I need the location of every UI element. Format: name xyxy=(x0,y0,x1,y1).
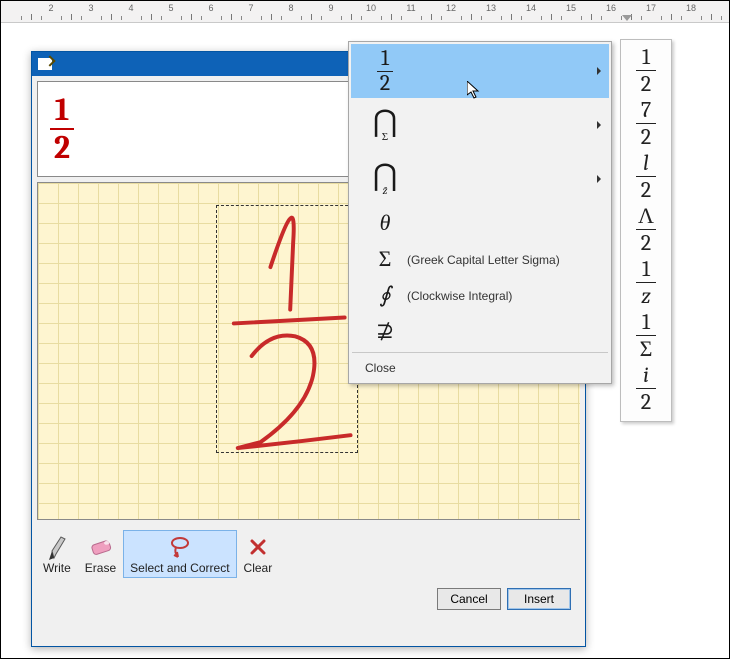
conversion-results-stack: 1272l2Λ21z1Σi2 xyxy=(620,39,672,422)
clear-tool[interactable]: Clear xyxy=(237,530,280,578)
select-correct-tool[interactable]: Select and Correct xyxy=(123,530,236,578)
menu-option-not-superset-equal[interactable]: ⊉ xyxy=(351,314,609,350)
menu-option-intersection-sigma[interactable]: ⋂ Σ xyxy=(351,98,609,152)
submenu-arrow-icon xyxy=(597,175,601,183)
stack-numerator: 1 xyxy=(642,258,650,280)
ruler-number: 16 xyxy=(606,3,616,13)
ruler-number: 3 xyxy=(88,3,93,13)
stack-fraction[interactable]: 12 xyxy=(636,44,656,97)
menu-option-sigma[interactable]: Σ (Greek Capital Letter Sigma) xyxy=(351,242,609,278)
menu-option-fraction-1-2[interactable]: 1 2 xyxy=(351,44,609,98)
stack-numerator: 7 xyxy=(641,99,651,121)
ruler-number: 7 xyxy=(248,3,253,13)
clockwise-integral-symbol: ∮ xyxy=(363,286,407,306)
menu-separator xyxy=(352,352,608,353)
stack-fraction[interactable]: 72 xyxy=(636,97,656,150)
theta-symbol: θ xyxy=(363,214,407,234)
stack-numerator: i xyxy=(643,364,649,386)
preview-numerator: 1 xyxy=(55,93,70,127)
menu-option-clockwise-integral[interactable]: ∮ (Clockwise Integral) xyxy=(351,278,609,314)
intersection-zbar-symbol: ⋂ z̄ xyxy=(363,162,407,196)
sigma-symbol: Σ xyxy=(363,250,407,270)
stack-numerator: Λ xyxy=(638,205,654,227)
stack-denominator: 2 xyxy=(641,179,651,201)
ruler-number: 8 xyxy=(288,3,293,13)
ruler-number: 18 xyxy=(686,3,696,13)
stack-denominator: 2 xyxy=(641,126,651,148)
menu-frac-den: 2 xyxy=(380,74,390,94)
preview-denominator: 2 xyxy=(54,131,70,165)
clockwise-integral-description: (Clockwise Integral) xyxy=(407,289,512,303)
ruler-number: 5 xyxy=(168,3,173,13)
cancel-button[interactable]: Cancel xyxy=(437,588,501,610)
selection-rectangle xyxy=(216,205,358,453)
stack-numerator: l xyxy=(643,152,649,174)
eraser-icon xyxy=(88,533,112,561)
ruler-number: 6 xyxy=(208,3,213,13)
stack-denominator: Σ xyxy=(640,338,653,360)
ruler-number: 2 xyxy=(48,3,53,13)
stack-denominator: 2 xyxy=(641,232,651,254)
ruler-number: 11 xyxy=(406,3,415,13)
stack-denominator: z xyxy=(641,285,651,307)
menu-option-theta[interactable]: θ xyxy=(351,206,609,242)
ruler-number: 4 xyxy=(128,3,133,13)
select-correct-label: Select and Correct xyxy=(130,561,229,575)
horizontal-ruler: 2 3 4 5 6 7 8 9 10 11 12 13 14 15 16 17 18 xyxy=(1,1,729,23)
stack-denominator: 2 xyxy=(641,73,651,95)
not-superset-symbol: ⊉ xyxy=(363,322,407,342)
stack-denominator: 2 xyxy=(641,391,651,413)
right-margin-marker[interactable] xyxy=(622,15,632,21)
ruler-number: 10 xyxy=(366,3,376,13)
ruler-number: 14 xyxy=(526,3,536,13)
correction-menu: 1 2 ⋂ Σ ⋂ z̄ θ Σ (Greek Capital Letter S… xyxy=(348,41,612,384)
menu-frac-num: 1 xyxy=(381,49,389,69)
fraction-symbol: 1 2 xyxy=(363,49,407,94)
menu-close-item[interactable]: Close xyxy=(351,355,609,381)
intersection-sigma-symbol: ⋂ Σ xyxy=(363,108,407,142)
sigma-description: (Greek Capital Letter Sigma) xyxy=(407,253,560,267)
ruler-number: 15 xyxy=(566,3,576,13)
ruler-number: 13 xyxy=(486,3,496,13)
edit-icon xyxy=(38,58,52,70)
stack-numerator: 1 xyxy=(642,311,650,333)
stack-fraction[interactable]: i2 xyxy=(636,362,656,415)
pen-icon xyxy=(47,533,67,561)
write-tool[interactable]: Write xyxy=(36,530,78,578)
erase-label: Erase xyxy=(85,561,116,575)
ink-toolbar: Write Erase Select and Correct Clear xyxy=(32,520,585,578)
stack-fraction[interactable]: l2 xyxy=(636,150,656,203)
dialog-button-row: Cancel Insert xyxy=(32,578,585,622)
ruler-number: 9 xyxy=(328,3,333,13)
submenu-arrow-icon xyxy=(597,67,601,75)
ruler-number: 17 xyxy=(646,3,656,13)
stack-numerator: 1 xyxy=(642,46,650,68)
menu-option-intersection-zbar[interactable]: ⋂ z̄ xyxy=(351,152,609,206)
ruler-number: 12 xyxy=(446,3,456,13)
erase-tool[interactable]: Erase xyxy=(78,530,123,578)
stack-fraction[interactable]: 1Σ xyxy=(636,309,656,362)
insert-button[interactable]: Insert xyxy=(507,588,571,610)
stack-fraction[interactable]: Λ2 xyxy=(636,203,656,256)
submenu-arrow-icon xyxy=(597,121,601,129)
lasso-icon xyxy=(168,533,192,561)
clear-icon xyxy=(248,533,268,561)
write-label: Write xyxy=(43,561,71,575)
preview-fraction: 1 2 xyxy=(50,93,74,164)
clear-label: Clear xyxy=(244,561,273,575)
stack-fraction[interactable]: 1z xyxy=(636,256,656,309)
